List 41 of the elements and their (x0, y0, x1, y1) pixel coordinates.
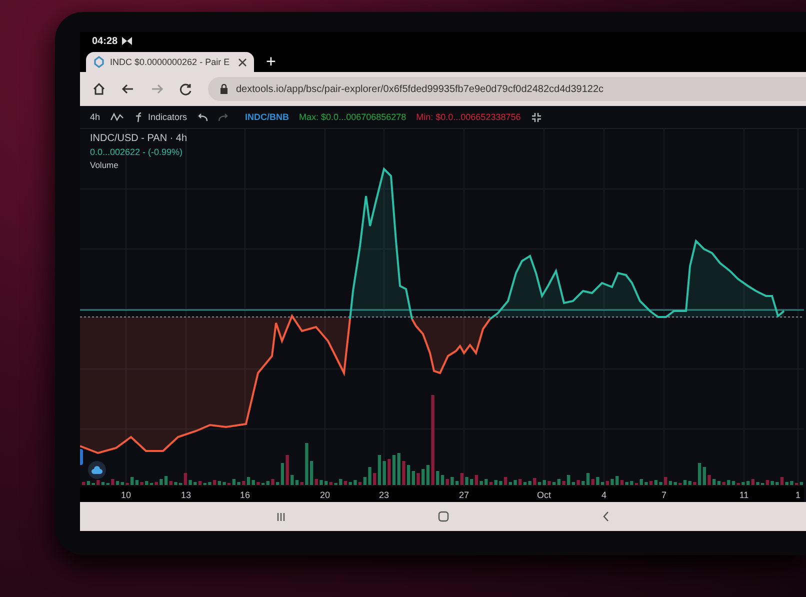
axis-label: 4 (602, 490, 606, 500)
browser-tab[interactable]: INDC $0.0000000262 - Pair E (86, 52, 254, 72)
interval-button[interactable]: 4h (90, 112, 100, 122)
status-time: 04:28 (92, 36, 118, 46)
symbol-title: INDC/USD - PAN · 4h (90, 133, 188, 144)
price-change: 0.0...002622 - (-0.99%) (90, 147, 183, 157)
home-button-icon[interactable] (438, 511, 450, 522)
axis-label: 11 (739, 490, 749, 500)
axis-label: 13 (181, 490, 191, 500)
recent-apps-icon[interactable] (276, 512, 286, 522)
home-icon[interactable] (92, 82, 106, 96)
cloud-icon (91, 466, 103, 474)
chart-area[interactable]: INDC/USD - PAN · 4h 0.0...002622 - (-0.99%) Volume (80, 129, 806, 486)
tab-title: INDC $0.0000000262 - Pair E (110, 57, 231, 67)
axis-label: 20 (320, 490, 330, 500)
lock-icon (220, 84, 228, 94)
new-tab-button[interactable]: + (262, 52, 280, 72)
axis-label: 10 (121, 490, 131, 500)
axis-label: Oct (537, 490, 551, 500)
pair-label: INDC/BNB (245, 112, 290, 122)
cloud-button[interactable] (88, 461, 106, 479)
redo-icon[interactable] (218, 112, 230, 122)
axis-label: 23 (379, 490, 389, 500)
undo-icon[interactable] (197, 112, 208, 122)
site-logo-icon (93, 56, 105, 68)
notification-icon (122, 37, 132, 45)
chart-type-icon[interactable] (110, 112, 124, 122)
fullscreen-icon[interactable] (530, 112, 542, 122)
close-icon[interactable] (238, 58, 247, 66)
max-price: Max: $0.0...006706856278 (299, 112, 406, 122)
address-bar[interactable]: dextools.io/app/bsc/pair-explorer/0x6f5fded99935fb7e9e0d79cf0d2482cd4d39122c (208, 77, 806, 101)
axis-label: 1 (796, 490, 800, 500)
min-price: Min: $0.0...006652338756 (416, 112, 521, 122)
back-icon[interactable] (121, 82, 135, 96)
axis-label: 7 (662, 490, 666, 500)
indicators-button[interactable]: Indicators (134, 112, 188, 122)
axis-label: 16 (240, 490, 250, 500)
volume-label: Volume (90, 160, 118, 170)
reload-icon[interactable] (179, 82, 193, 96)
nav-back-icon[interactable] (602, 511, 610, 522)
axis-label: 27 (459, 490, 469, 500)
